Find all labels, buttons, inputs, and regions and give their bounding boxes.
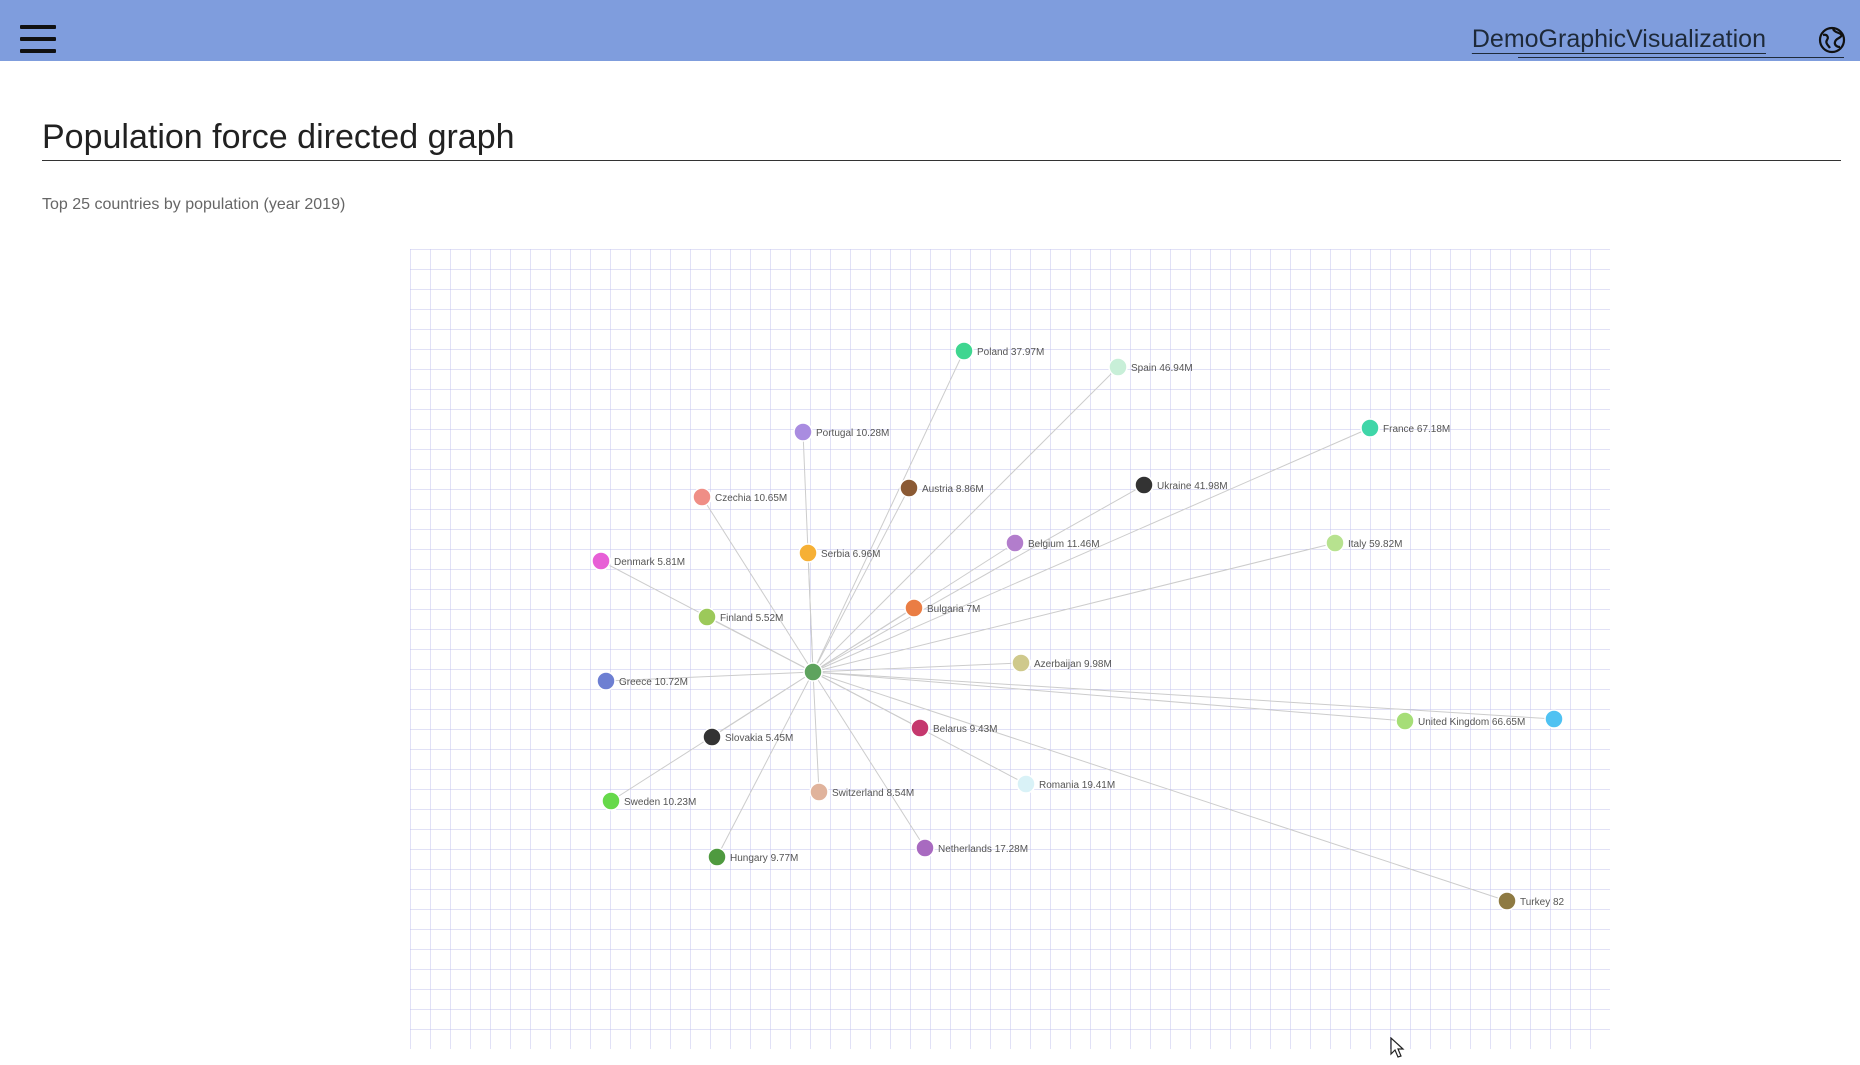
graph-node-label: Austria 8.86M <box>922 484 984 495</box>
graph-node[interactable] <box>1011 653 1031 673</box>
graph-node-label: Netherlands 17.28M <box>938 844 1028 855</box>
graph-node[interactable] <box>798 543 818 563</box>
page-title: Population force directed graph <box>42 118 515 156</box>
graph-node[interactable] <box>1497 891 1517 911</box>
graph-node-label: Czechia 10.65M <box>715 493 787 504</box>
graph-node[interactable] <box>1005 533 1025 553</box>
graph-node-label: Sweden 10.23M <box>624 797 696 808</box>
graph-node-label: Romania 19.41M <box>1039 780 1115 791</box>
graph-node[interactable] <box>1134 475 1154 495</box>
graph-node[interactable] <box>1016 774 1036 794</box>
graph-node-label: Poland 37.97M <box>977 347 1044 358</box>
graph-node-label: Bulgaria 7M <box>927 604 980 615</box>
graph-node-label: Denmark 5.81M <box>614 557 685 568</box>
graph-node-label: Portugal 10.28M <box>816 428 889 439</box>
graph-node[interactable] <box>1108 357 1128 377</box>
graph-node-label: Serbia 6.96M <box>821 549 880 560</box>
graph-node[interactable] <box>1360 418 1380 438</box>
title-divider <box>42 160 1841 161</box>
graph-node-label: Turkey 82 <box>1520 897 1565 908</box>
graph-node-label: France 67.18M <box>1383 424 1450 435</box>
graph-node[interactable] <box>707 847 727 867</box>
graph-node-label: Belgium 11.46M <box>1028 539 1100 550</box>
graph-node-label: Greece 10.72M <box>619 677 688 688</box>
hamburger-menu-icon[interactable] <box>20 25 58 54</box>
graph-grid <box>410 249 1610 1049</box>
top-app-bar: DemoGraphicVisualization <box>0 0 1860 61</box>
graph-node[interactable] <box>1544 709 1564 729</box>
graph-node-label: Ukraine 41.98M <box>1157 481 1228 492</box>
graph-node[interactable] <box>809 782 829 802</box>
mouse-pointer-icon <box>1390 1037 1405 1058</box>
globe-icon[interactable] <box>1818 26 1846 54</box>
app-title-link[interactable]: DemoGraphicVisualization <box>1472 25 1766 54</box>
graph-node[interactable] <box>596 671 616 691</box>
graph-node[interactable] <box>591 551 611 571</box>
app-title-underline <box>1518 57 1844 58</box>
graph-node[interactable] <box>904 598 924 618</box>
graph-node[interactable] <box>1395 711 1415 731</box>
graph-node-label: Slovakia 5.45M <box>725 733 793 744</box>
graph-node-label: Hungary 9.77M <box>730 853 798 864</box>
graph-node[interactable] <box>899 478 919 498</box>
graph-node[interactable] <box>793 422 813 442</box>
force-directed-graph[interactable]: Poland 37.97M Spain 46.94M Portugal 10.28M… <box>410 249 1610 1049</box>
graph-node[interactable] <box>697 607 717 627</box>
graph-node-label: Belarus 9.43M <box>933 724 997 735</box>
graph-node[interactable] <box>601 791 621 811</box>
graph-node[interactable] <box>1325 533 1345 553</box>
graph-node-label: Spain 46.94M <box>1131 363 1193 374</box>
page-subtitle: Top 25 countries by population (year 201… <box>42 196 346 213</box>
graph-node[interactable] <box>954 341 974 361</box>
graph-node-label: Azerbaijan 9.98M <box>1034 659 1112 670</box>
graph-node[interactable] <box>692 487 712 507</box>
graph-node-label: Finland 5.52M <box>720 613 783 624</box>
graph-node[interactable] <box>910 718 930 738</box>
graph-hub-node[interactable] <box>803 662 823 682</box>
graph-node-label: United Kingdom 66.65M <box>1418 717 1525 728</box>
graph-node[interactable] <box>702 727 722 747</box>
graph-node[interactable] <box>915 838 935 858</box>
graph-node-label: Italy 59.82M <box>1348 539 1402 550</box>
graph-node-label: Switzerland 8.54M <box>832 788 914 799</box>
